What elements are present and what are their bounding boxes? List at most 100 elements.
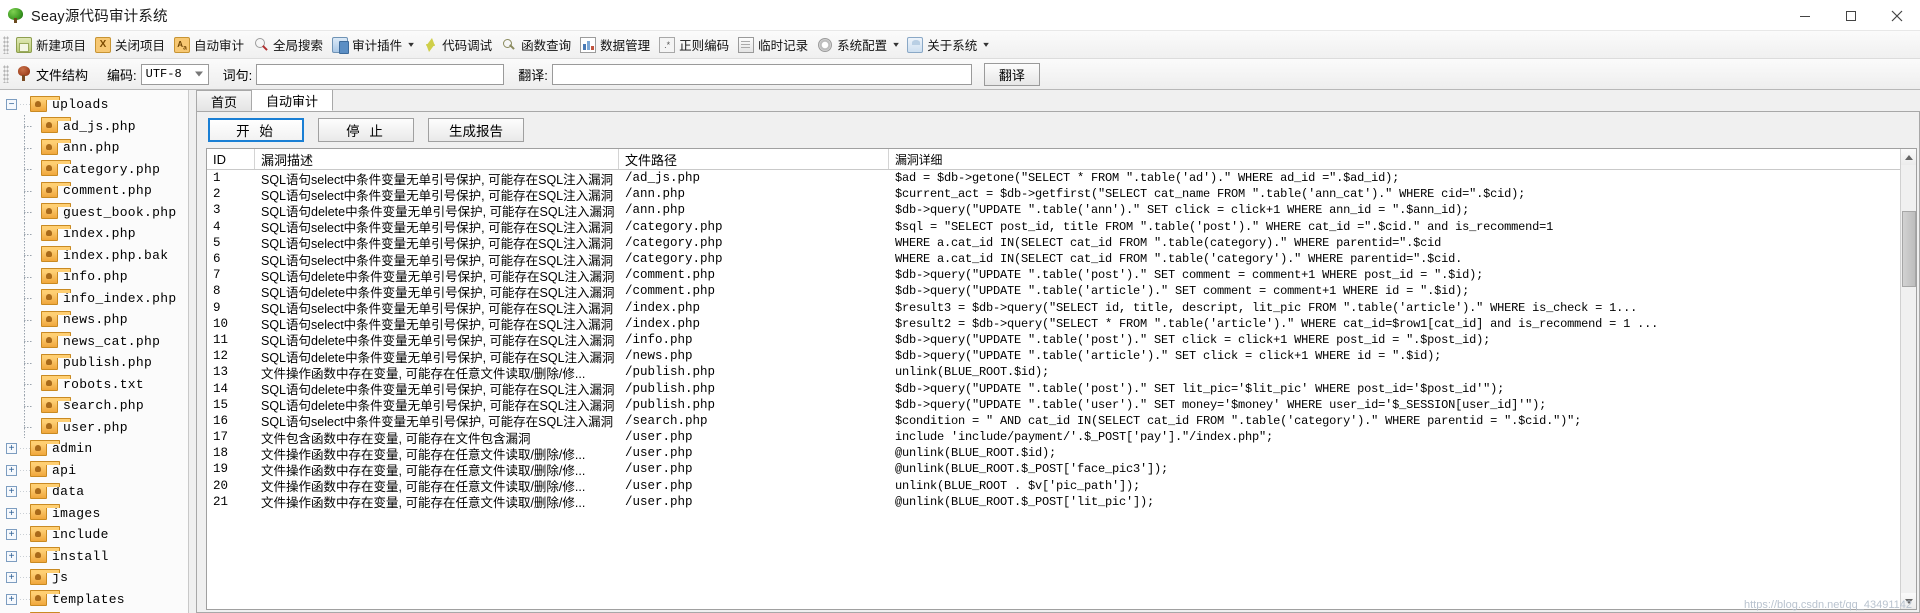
tree-node-file[interactable]: index.php	[0, 222, 188, 245]
scrollbar-track[interactable]	[1901, 165, 1917, 593]
toolbar-file-structure[interactable]: 文件结构	[12, 62, 93, 86]
table-row[interactable]: 14 SQL语句delete中条件变量无单引号保护, 可能存在SQL注入漏洞/pu…	[207, 380, 1916, 398]
scrollbar-thumb[interactable]	[1901, 211, 1916, 287]
toolbar-grip-handle[interactable]	[3, 35, 9, 54]
toolbar-function-query[interactable]: 函数查询	[497, 33, 576, 57]
word-input[interactable]	[256, 63, 505, 85]
toolbar-close-project[interactable]: X 关闭项目	[91, 33, 170, 57]
toolbar-new-project[interactable]: 新建项目	[12, 33, 91, 57]
table-row[interactable]: 19 文件操作函数中存在变量, 可能存在任意文件读取/删除/修.../user.p…	[207, 461, 1916, 478]
expand-icon[interactable]: +	[6, 550, 17, 562]
tree-node-folder[interactable]: + data	[0, 481, 188, 503]
chevron-down-icon[interactable]: ▾	[408, 40, 414, 49]
table-row[interactable]: 12 SQL语句delete中条件变量无单引号保护, 可能存在SQL注入漏洞/ne…	[207, 348, 1916, 365]
tree-node-file[interactable]: ann.php	[0, 136, 188, 159]
chevron-down-icon[interactable]: ▾	[983, 40, 989, 49]
maximize-button[interactable]	[1828, 0, 1874, 31]
cell-id: 18	[213, 446, 229, 461]
toolbar-system-config[interactable]: 系统配置 ▾	[813, 33, 903, 57]
tree-node-file[interactable]: robots.txt	[0, 373, 188, 396]
folder-icon	[41, 117, 71, 134]
expand-icon[interactable]: +	[6, 443, 17, 455]
encoding-select[interactable]: UTF-8	[140, 63, 209, 85]
table-row[interactable]: 17 文件包含函数中存在变量, 可能存在文件包含漏洞/user.php includ…	[207, 429, 1916, 446]
tree-node-folder[interactable]: + images	[0, 503, 188, 525]
tree-node-file[interactable]: comment.php	[0, 179, 188, 202]
table-row[interactable]: 7 SQL语句delete中条件变量无单引号保护, 可能存在SQL注入漏洞/com…	[207, 267, 1916, 284]
toolbar-temp-note[interactable]: 临时记录	[734, 33, 813, 57]
tree-node-file[interactable]: news.php	[0, 308, 188, 331]
tab-auto-audit[interactable]: 自动审计	[251, 90, 334, 111]
toolbar-data-manage[interactable]: 数据管理	[576, 33, 655, 57]
translate-button[interactable]: 翻译	[983, 62, 1040, 86]
expand-icon[interactable]: +	[6, 529, 17, 541]
tree-node-folder[interactable]: + include	[0, 524, 188, 546]
column-header-detail[interactable]: 漏洞详细	[889, 149, 1916, 169]
tree-node-file[interactable]: user.php	[0, 416, 188, 439]
table-row[interactable]: 1 SQL语句select中条件变量无单引号保护, 可能存在SQL注入漏洞/ad_…	[207, 170, 1916, 187]
table-row[interactable]: 8 SQL语句delete中条件变量无单引号保护, 可能存在SQL注入漏洞/com…	[207, 283, 1916, 300]
tree-node-folder[interactable]: + install	[0, 546, 188, 568]
tree-node-file[interactable]: info.php	[0, 265, 188, 288]
stop-button[interactable]: 停 止	[318, 118, 414, 142]
translate-input[interactable]	[551, 63, 972, 85]
cell-id: 8	[213, 284, 221, 299]
column-header-id[interactable]: ID	[207, 149, 255, 169]
table-row[interactable]: 6 SQL语句select中条件变量无单引号保护, 可能存在SQL注入漏洞/cat…	[207, 251, 1916, 268]
table-row[interactable]: 3 SQL语句delete中条件变量无单引号保护, 可能存在SQL注入漏洞/ann…	[207, 202, 1916, 219]
table-row[interactable]: 16 SQL语句select中条件变量无单引号保护, 可能存在SQL注入漏洞/se…	[207, 413, 1916, 430]
table-row[interactable]: 13 文件操作函数中存在变量, 可能存在任意文件读取/删除/修.../publis…	[207, 364, 1916, 381]
table-row[interactable]: 21 文件操作函数中存在变量, 可能存在任意文件读取/删除/修... /user.p…	[207, 494, 1916, 511]
tree-node-folder[interactable]: + admin	[0, 438, 188, 460]
table-row[interactable]: 18 文件操作函数中存在变量, 可能存在任意文件读取/删除/修.../user.p…	[207, 445, 1916, 462]
file-tree-panel[interactable]: − uploads ad_js.php ann.php category.php co…	[0, 90, 189, 613]
toolbar-audit-plugin[interactable]: 审计插件 ▾	[328, 33, 418, 57]
tree-node-file[interactable]: publish.php	[0, 351, 188, 374]
table-row[interactable]: 4 SQL语句select中条件变量无单引号保护, 可能存在SQL注入漏洞/cat…	[207, 219, 1916, 236]
toolbar-global-search[interactable]: 全局搜索	[249, 33, 328, 57]
start-button[interactable]: 开 始	[208, 118, 304, 142]
tab-home[interactable]: 首页	[196, 90, 253, 111]
tree-node-file[interactable]: category.php	[0, 158, 188, 181]
tree-node-folder[interactable]: + templates	[0, 589, 188, 611]
tree-node-file[interactable]: news_cat.php	[0, 330, 188, 353]
cell-detail: $result2 = $db->query("SELECT * FROM ".t…	[895, 316, 1659, 331]
table-row[interactable]: 10 SQL语句select中条件变量无单引号保护, 可能存在SQL注入漏洞/in…	[207, 316, 1916, 333]
tree-node-folder[interactable]: + api	[0, 460, 188, 482]
toolbar-auto-audit[interactable]: Aa 自动审计	[170, 33, 249, 57]
column-header-desc[interactable]: 漏洞描述	[255, 149, 619, 169]
toolbar-code-debug[interactable]: 代码调试	[418, 33, 497, 57]
tree-node-folder[interactable]: + js	[0, 567, 188, 589]
tree-node-file[interactable]: ad_js.php	[0, 115, 188, 138]
collapse-icon[interactable]: −	[6, 99, 17, 111]
cell-id: 2	[213, 187, 221, 202]
expand-icon[interactable]: +	[6, 486, 17, 498]
toolbar-regex-encode[interactable]: .* 正则编码	[655, 33, 734, 57]
generate-report-button[interactable]: 生成报告	[428, 118, 524, 142]
table-row[interactable]: 11 SQL语句delete中条件变量无单引号保护, 可能存在SQL注入漏洞/in…	[207, 332, 1916, 349]
tree-node-file[interactable]: info_index.php	[0, 287, 188, 310]
tree-node-root[interactable]: − uploads	[0, 94, 188, 116]
expand-icon[interactable]: +	[6, 593, 17, 605]
scroll-up-arrow-icon[interactable]	[1900, 149, 1916, 165]
folder-icon	[41, 160, 71, 177]
minimize-button[interactable]	[1782, 0, 1828, 31]
toolbar-about-system[interactable]: 关于系统 ▾	[903, 33, 993, 57]
chevron-down-icon[interactable]: ▾	[893, 40, 899, 49]
table-row[interactable]: 15 SQL语句delete中条件变量无单引号保护, 可能存在SQL注入漏洞/pu…	[207, 397, 1916, 414]
grid-vertical-scrollbar[interactable]	[1900, 149, 1916, 609]
tree-node-file[interactable]: index.php.bak	[0, 244, 188, 267]
table-row[interactable]: 9 SQL语句select中条件变量无单引号保护, 可能存在SQL注入漏洞/ind…	[207, 300, 1916, 317]
column-header-path[interactable]: 文件路径	[619, 149, 889, 169]
tree-node-file[interactable]: search.php	[0, 394, 188, 417]
table-row[interactable]: 20 文件操作函数中存在变量, 可能存在任意文件读取/删除/修.../user.p…	[207, 478, 1916, 495]
close-button[interactable]	[1874, 0, 1920, 31]
tree-node-file[interactable]: guest_book.php	[0, 201, 188, 224]
secondary-toolbar-grip-handle[interactable]	[3, 65, 9, 83]
table-row[interactable]: 2 SQL语句select中条件变量无单引号保护, 可能存在SQL注入漏洞/ann…	[207, 186, 1916, 203]
expand-icon[interactable]: +	[6, 464, 17, 476]
expand-icon[interactable]: +	[6, 507, 17, 519]
cell-id: 4	[213, 219, 221, 234]
table-row[interactable]: 5 SQL语句select中条件变量无单引号保护, 可能存在SQL注入漏洞/cat…	[207, 235, 1916, 252]
expand-icon[interactable]: +	[6, 572, 17, 584]
